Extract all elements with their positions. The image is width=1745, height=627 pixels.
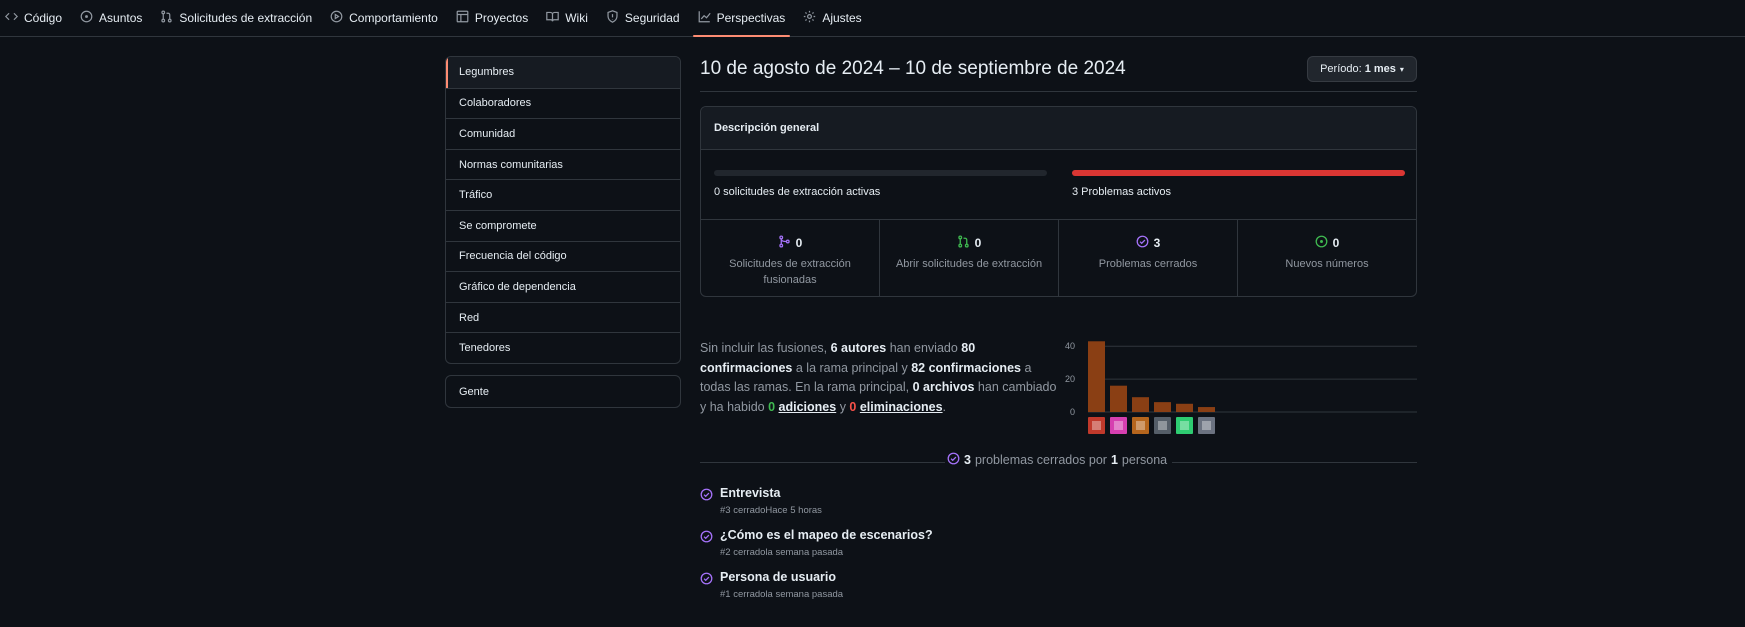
y-tick-label: 20	[1065, 374, 1075, 384]
overview-panel: Descripción general 0 solicitudes de ext…	[700, 106, 1417, 297]
sidebar-item-tenedores[interactable]: Tenedores	[446, 332, 680, 363]
tab-ajustes[interactable]: Ajustes	[794, 0, 870, 36]
period-value: 1 mes	[1364, 63, 1396, 75]
issue-meta: #2 cerradola semana pasada	[720, 547, 844, 558]
pr-progress-bar	[714, 170, 1047, 176]
tab-asuntos[interactable]: Asuntos	[71, 0, 151, 36]
period-label: Período:	[1320, 63, 1362, 75]
tab-codigo[interactable]: Código	[0, 0, 71, 36]
avatar-detail	[1092, 421, 1101, 430]
page-title: 10 de agosto de 2024 – 10 de septiembre …	[700, 58, 1126, 79]
caret-down-icon: ▾	[1399, 64, 1404, 74]
sidebar-item-normas[interactable]: Normas comunitarias	[446, 148, 680, 180]
code-icon	[4, 10, 19, 26]
graph-icon	[698, 10, 711, 26]
chart-bar[interactable]	[1176, 403, 1193, 412]
issues-progress-bar	[1072, 170, 1405, 176]
issue-closed-icon	[1136, 235, 1149, 251]
gear-icon	[803, 10, 816, 26]
sidebar-item-red[interactable]: Red	[446, 301, 680, 333]
period-dropdown[interactable]: Período: 1 mes ▾	[1307, 56, 1417, 82]
overview-title: Descripción general	[701, 107, 1416, 150]
avatar-detail	[1180, 421, 1189, 430]
book-icon	[546, 10, 560, 26]
issue-opened-icon	[1315, 235, 1328, 251]
chart-bar[interactable]	[1110, 385, 1127, 412]
issue-title[interactable]: Persona de usuario	[720, 570, 836, 584]
sidebar-item-gente[interactable]: Gente	[445, 375, 681, 408]
avatar-detail	[1136, 421, 1145, 430]
issue-meta: #1 cerradola semana pasada	[720, 589, 844, 600]
sidebar-item-legumbres[interactable]: Legumbres	[446, 57, 680, 88]
tab-seguridad[interactable]: Seguridad	[597, 0, 689, 36]
sidebar-item-frecuencia[interactable]: Frecuencia del código	[446, 240, 680, 272]
stat-closed-issues[interactable]: 3 Problemas cerrados	[1058, 220, 1237, 296]
chart-bar[interactable]	[1198, 407, 1215, 412]
chart-bar[interactable]	[1132, 397, 1149, 412]
closed-issues-summary: 3 problemas cerrados por 1 persona	[947, 452, 1167, 468]
avatar-detail	[1202, 421, 1211, 430]
stat-merged-prs[interactable]: 0 Solicitudes de extracción fusionadas	[701, 220, 879, 296]
issue-icon	[80, 10, 93, 26]
tab-comportamiento[interactable]: Comportamiento	[321, 0, 447, 36]
tab-wiki[interactable]: Wiki	[537, 0, 597, 36]
chart-bar[interactable]	[1088, 341, 1105, 412]
commit-summary: Sin incluir las fusiones, 6 autores han …	[700, 341, 1057, 414]
avatar-detail	[1158, 421, 1167, 430]
merged-icon	[778, 235, 791, 251]
divider	[700, 462, 945, 463]
chart-bar[interactable]	[1154, 402, 1171, 412]
issue-meta: #3 cerradoHace 5 horas	[720, 505, 822, 516]
stat-new-issues[interactable]: 0 Nuevos números	[1237, 220, 1416, 296]
sidebar-item-commits[interactable]: Se compromete	[446, 209, 680, 241]
sidebar-item-trafico[interactable]: Tráfico	[446, 179, 680, 210]
stat-open-prs[interactable]: 0 Abrir solicitudes de extracción	[879, 220, 1058, 296]
pr-active-label[interactable]: 0 solicitudes de extracción activas	[714, 186, 880, 198]
contributors-chart: 40 20 0	[1065, 341, 1417, 434]
deletions-link[interactable]: eliminaciones	[860, 400, 943, 414]
issues-progress-fill	[1072, 170, 1405, 176]
issues-active-label[interactable]: 3 Problemas activos	[1072, 186, 1171, 198]
issue-title[interactable]: Entrevista	[720, 486, 780, 500]
tab-perspectivas[interactable]: Perspectivas	[689, 0, 795, 37]
table-icon	[456, 10, 469, 26]
tab-proyectos[interactable]: Proyectos	[447, 0, 537, 36]
sidebar-item-colaboradores[interactable]: Colaboradores	[446, 87, 680, 119]
shield-icon	[606, 10, 619, 26]
authors-link[interactable]: 6 autores	[831, 341, 887, 355]
avatar-detail	[1114, 421, 1123, 430]
issue-title[interactable]: ¿Cómo es el mapeo de escenarios?	[720, 528, 933, 542]
play-icon	[330, 10, 343, 26]
additions-link[interactable]: adiciones	[779, 400, 837, 414]
y-tick-label: 40	[1065, 341, 1075, 351]
divider	[700, 91, 1417, 92]
pull-request-icon	[160, 10, 173, 26]
sidebar-item-comunidad[interactable]: Comunidad	[446, 118, 680, 149]
y-tick-label: 0	[1070, 407, 1075, 417]
sidebar-item-dependencias[interactable]: Gráfico de dependencia	[446, 271, 680, 302]
tab-solicitudes[interactable]: Solicitudes de extracción	[151, 0, 321, 36]
insights-sidebar: Legumbres Colaboradores Comunidad Normas…	[445, 56, 681, 364]
divider	[1172, 462, 1417, 463]
repo-nav: Código Asuntos Solicitudes de extracción…	[0, 0, 1745, 37]
pull-request-icon	[957, 235, 970, 251]
issue-closed-icon	[947, 452, 960, 468]
